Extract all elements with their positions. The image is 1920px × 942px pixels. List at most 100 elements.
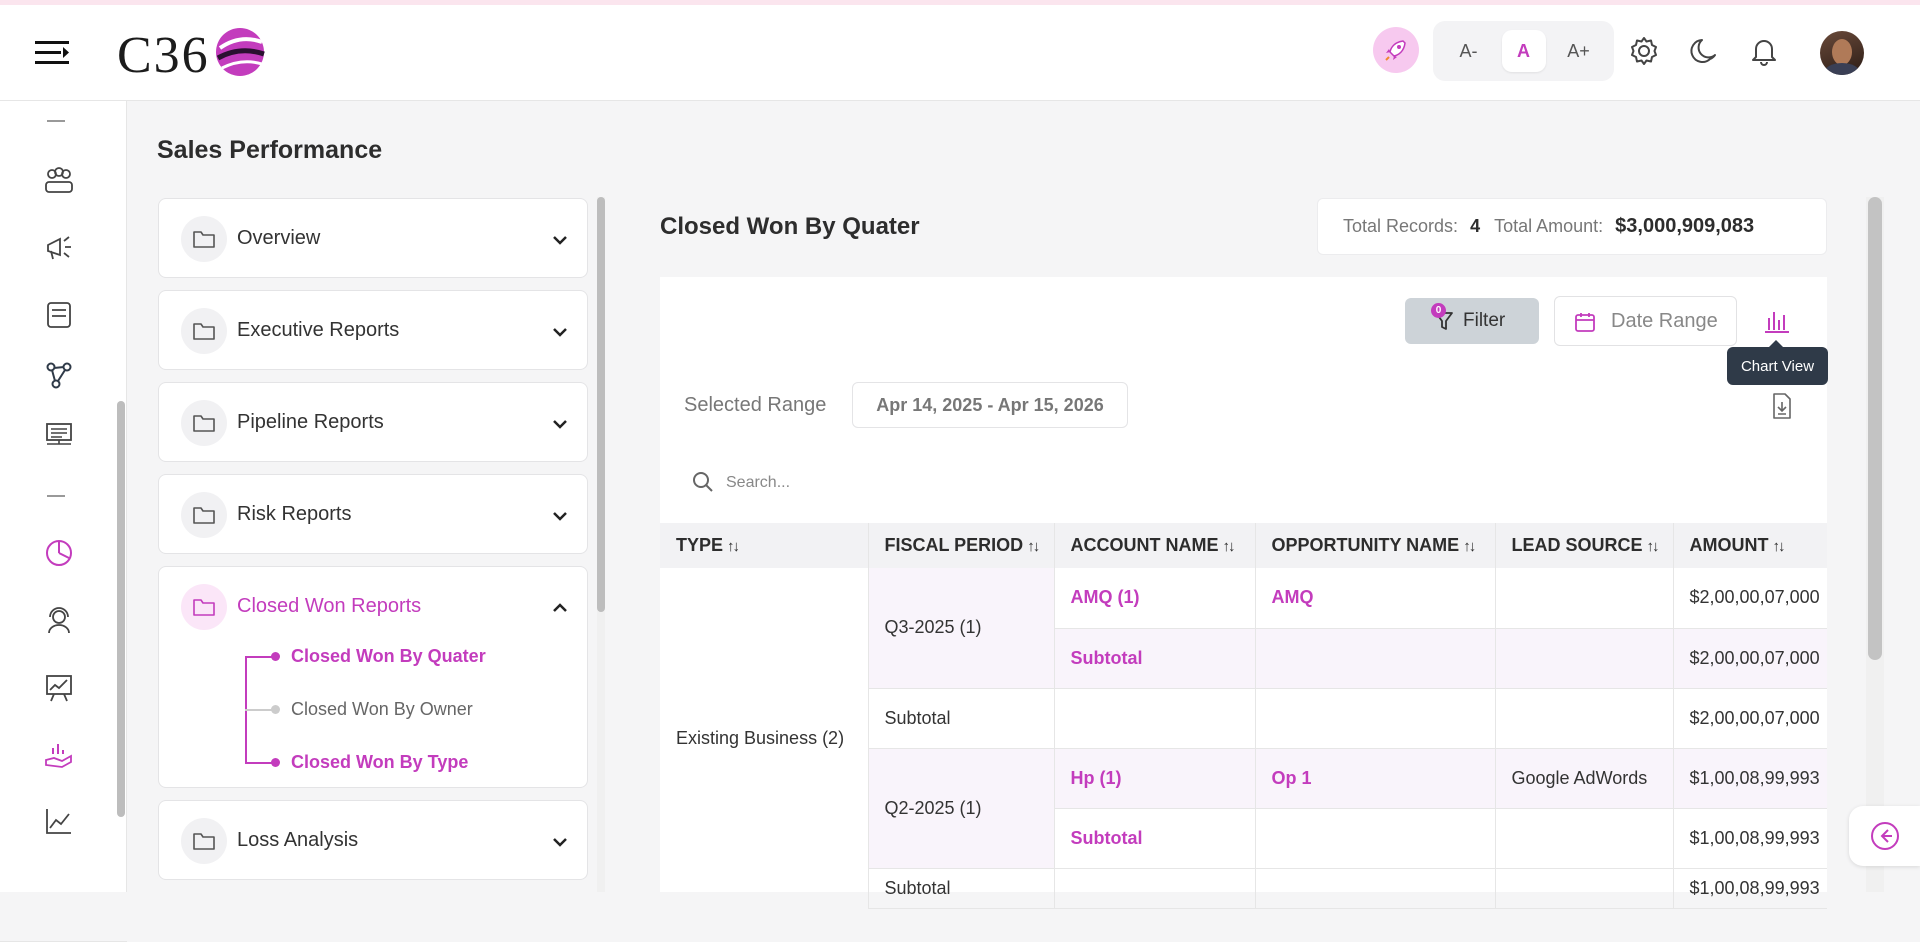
- reports-list-scrollbar[interactable]: [597, 197, 605, 892]
- filter-button[interactable]: Filter: [1405, 298, 1539, 344]
- rocket-icon[interactable]: [1373, 27, 1419, 73]
- font-decrease-button[interactable]: A-: [1447, 30, 1491, 72]
- lead-source-cell: [1495, 628, 1674, 689]
- accordion-label: Loss Analysis: [237, 829, 359, 851]
- lead-source-cell: Google AdWords: [1495, 748, 1674, 809]
- sort-icon: ↑↓: [727, 538, 740, 555]
- sort-icon: ↑↓: [1463, 538, 1476, 555]
- report-table: TYPE ↑↓ FISCAL PERIOD ↑↓ ACCOUNT NAME ↑↓ OP…: [660, 523, 1827, 909]
- accordion-pipeline-reports[interactable]: Pipeline Reports: [158, 382, 588, 462]
- accordion-label: Pipeline Reports: [237, 411, 384, 433]
- account-name-cell[interactable]: AMQ (1): [1054, 568, 1256, 629]
- network-nodes-icon[interactable]: [42, 358, 76, 392]
- hamburger-menu-icon[interactable]: [35, 38, 71, 68]
- chevron-down-icon[interactable]: [549, 413, 571, 435]
- analytics-board-icon[interactable]: [42, 671, 76, 705]
- folder-icon: [181, 400, 227, 446]
- bell-icon[interactable]: [1748, 35, 1780, 67]
- calendar-icon: [1575, 313, 1595, 332]
- submenu-closed-won-by-owner[interactable]: Closed Won By Owner: [291, 699, 473, 720]
- accordion-risk-reports[interactable]: Risk Reports: [158, 474, 588, 554]
- book-icon[interactable]: [42, 298, 76, 332]
- font-normal-button[interactable]: A: [1501, 30, 1546, 72]
- report-title: Closed Won By Quater: [660, 213, 920, 240]
- moon-icon[interactable]: [1688, 35, 1720, 67]
- rail-divider: [47, 120, 65, 122]
- amount-cell: $2,00,00,07,000: [1673, 628, 1827, 689]
- amount-cell: $1,00,08,99,993: [1673, 748, 1827, 809]
- pie-chart-icon[interactable]: [42, 536, 76, 570]
- folder-icon: [181, 216, 227, 262]
- arrow-left-circle-icon: [1870, 822, 1899, 850]
- chevron-down-icon[interactable]: [549, 229, 571, 251]
- column-header-type[interactable]: TYPE ↑↓: [660, 523, 869, 568]
- submenu-closed-won-by-quater[interactable]: Closed Won By Quater: [291, 646, 486, 667]
- accordion-executive-reports[interactable]: Executive Reports: [158, 290, 588, 370]
- accordion-loss-analysis[interactable]: Loss Analysis: [158, 800, 588, 880]
- lead-source-cell: [1495, 568, 1674, 629]
- total-amount-label: Total Amount:: [1494, 216, 1604, 236]
- accordion-closed-won-reports[interactable]: Closed Won Reports Closed Won By Quater …: [158, 566, 588, 788]
- folder-icon: [181, 308, 227, 354]
- column-header-opportunity-name[interactable]: OPPORTUNITY NAME ↑↓: [1255, 523, 1496, 568]
- date-range-label: Date Range: [1611, 309, 1718, 332]
- amount-cell: $2,00,00,07,000: [1673, 568, 1827, 629]
- chevron-down-icon[interactable]: [549, 831, 571, 853]
- filter-count-badge: 0: [1431, 303, 1446, 318]
- submenu-closed-won-by-type[interactable]: Closed Won By Type: [291, 752, 468, 773]
- font-size-switcher: A- A A+: [1433, 21, 1614, 81]
- opportunity-name-cell: [1255, 628, 1496, 689]
- accordion-label: Executive Reports: [237, 319, 400, 341]
- collapse-panel-button[interactable]: [1849, 806, 1920, 866]
- user-avatar[interactable]: [1820, 31, 1864, 75]
- table-row: Existing Business (2) Q3-2025 (1) AMQ (1…: [660, 568, 1827, 908]
- app-logo[interactable]: C36: [117, 25, 268, 85]
- filter-label: Filter: [1463, 310, 1506, 331]
- table-header-row: TYPE ↑↓ FISCAL PERIOD ↑↓ ACCOUNT NAME ↑↓ OP…: [660, 523, 1827, 568]
- fiscal-period-cell: Q2-2025 (1): [868, 748, 1055, 869]
- folder-icon: [181, 818, 227, 864]
- lead-source-cell: [1495, 688, 1674, 749]
- font-increase-button[interactable]: A+: [1557, 30, 1601, 72]
- report-scrollbar[interactable]: [1866, 197, 1884, 892]
- logo-globe-icon: [215, 28, 265, 76]
- support-agent-icon[interactable]: [42, 604, 76, 638]
- accordion-label: Overview: [237, 227, 321, 249]
- chevron-down-icon[interactable]: [549, 321, 571, 343]
- rail-divider: [47, 495, 65, 497]
- column-header-account-name[interactable]: ACCOUNT NAME ↑↓: [1054, 523, 1256, 568]
- folder-icon: [181, 492, 227, 538]
- type-group-cell: Existing Business (2): [660, 568, 869, 908]
- chevron-down-icon[interactable]: [549, 505, 571, 527]
- accordion-overview[interactable]: Overview: [158, 198, 588, 278]
- megaphone-icon[interactable]: [42, 231, 76, 265]
- account-name-cell[interactable]: Hp (1): [1054, 748, 1256, 809]
- selected-range-value[interactable]: Apr 14, 2025 - Apr 15, 2026: [852, 382, 1128, 428]
- opportunity-name-cell[interactable]: Op 1: [1255, 748, 1496, 809]
- search-icon: [693, 472, 713, 492]
- opportunity-name-cell: [1255, 808, 1496, 869]
- chart-view-tooltip: Chart View: [1727, 340, 1828, 385]
- team-icon[interactable]: [42, 164, 76, 198]
- gear-icon[interactable]: [1628, 35, 1660, 67]
- line-chart-icon[interactable]: [42, 804, 76, 838]
- presentation-icon[interactable]: [42, 418, 76, 452]
- date-range-button[interactable]: Date Range: [1554, 296, 1737, 346]
- sort-icon: ↑↓: [1646, 538, 1660, 555]
- column-header-amount[interactable]: AMOUNT ↑↓: [1673, 523, 1827, 568]
- account-subtotal-cell: Subtotal: [1054, 628, 1256, 689]
- search-input[interactable]: [726, 470, 1126, 496]
- accordion-label: Closed Won Reports: [237, 595, 422, 617]
- column-header-fiscal-period[interactable]: FISCAL PERIOD ↑↓: [868, 523, 1055, 568]
- opportunity-name-cell: [1255, 868, 1496, 909]
- sidebar-scrollbar[interactable]: [117, 401, 125, 817]
- account-name-cell: [1054, 688, 1256, 749]
- hand-chart-icon[interactable]: [42, 738, 76, 772]
- column-header-lead-source[interactable]: LEAD SOURCE ↑↓: [1495, 523, 1674, 568]
- export-file-icon[interactable]: [1770, 392, 1794, 420]
- top-header: C36 A- A A+: [0, 5, 1920, 101]
- accordion-label: Risk Reports: [237, 503, 352, 525]
- opportunity-name-cell[interactable]: AMQ: [1255, 568, 1496, 629]
- chevron-up-icon[interactable]: [549, 597, 571, 619]
- bar-chart-icon[interactable]: [1762, 306, 1792, 336]
